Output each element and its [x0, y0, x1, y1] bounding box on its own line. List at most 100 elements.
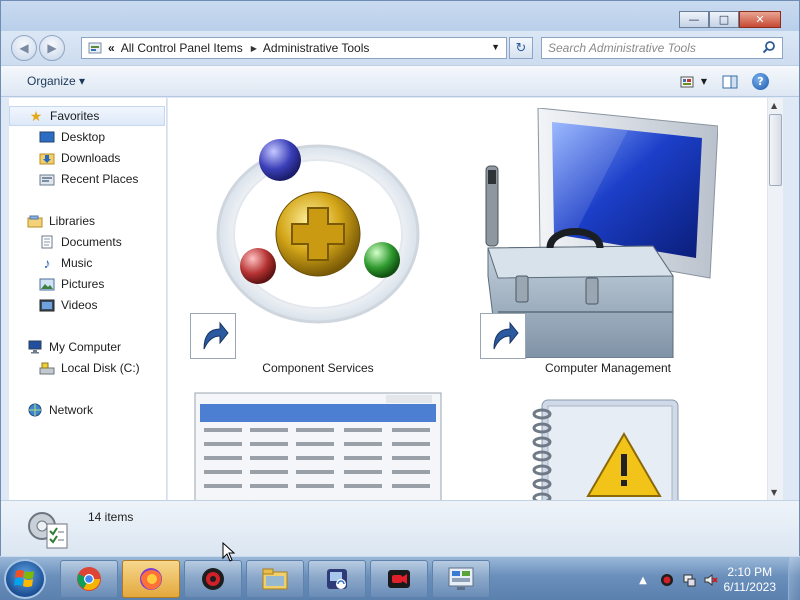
gear-shield-icon — [202, 568, 224, 590]
sidebar-item-music[interactable]: ♪ Music — [9, 253, 165, 273]
sidebar-item-my-computer[interactable]: My Computer — [9, 337, 165, 357]
videos-icon — [39, 298, 55, 312]
taskbar-chrome[interactable] — [60, 560, 118, 598]
scroll-up-icon[interactable]: ▲ — [771, 101, 777, 110]
status-bar: 14 items — [1, 500, 799, 556]
back-arrow-icon: ◀ — [19, 41, 29, 55]
forward-button[interactable]: ▶ — [39, 35, 65, 61]
breadcrumb-control-panel[interactable]: All Control Panel Items — [121, 41, 243, 55]
tile-computer-management[interactable]: Computer Management — [478, 108, 738, 378]
music-icon: ♪ — [43, 255, 51, 271]
address-dropdown-icon[interactable]: ▼ — [491, 42, 500, 52]
tray-app-icon[interactable] — [660, 573, 674, 587]
system-tray: ▲ 2:10 PM 6/11/2023 — [610, 557, 800, 600]
title-bar[interactable]: — □ ✕ — [1, 1, 799, 31]
vertical-scrollbar[interactable]: ▲ ▼ — [767, 98, 783, 500]
command-bar: Organize ▾ ▼ ? — [1, 65, 799, 97]
navigation-row: ◀ ▶ « All Control Panel Items ▶ Administ… — [1, 31, 799, 65]
taskbar-screen-recorder[interactable] — [370, 560, 428, 598]
sidebar-item-pictures[interactable]: Pictures — [9, 274, 165, 294]
address-overflow[interactable]: « — [108, 41, 115, 55]
refresh-icon: ↻ — [515, 40, 527, 56]
sync-screen-icon — [327, 569, 347, 589]
help-button[interactable]: ? — [752, 73, 769, 90]
tile-event-viewer[interactable] — [528, 398, 688, 500]
file-list-pane: Component Services Computer Management — [168, 98, 767, 500]
item-count: 14 items — [88, 510, 134, 524]
scroll-thumb[interactable] — [769, 114, 782, 186]
chrome-icon — [77, 567, 101, 591]
view-icon — [680, 76, 694, 87]
network-status-icon[interactable] — [682, 573, 696, 587]
sidebar-item-recent-places[interactable]: Recent Places — [9, 169, 165, 189]
volume-muted-icon[interactable] — [704, 573, 718, 587]
sidebar-item-network[interactable]: Network — [9, 400, 165, 420]
refresh-button[interactable]: ↻ — [509, 37, 533, 59]
taskbar: ▲ 2:10 PM 6/11/2023 — [0, 556, 800, 600]
administrative-tools-icon — [28, 512, 68, 549]
show-desktop-button[interactable] — [788, 557, 800, 600]
tile-label-component-services: Component Services — [262, 361, 374, 375]
sidebar-item-label: Music — [61, 256, 93, 270]
start-button[interactable] — [4, 559, 46, 599]
scroll-down-icon[interactable]: ▼ — [771, 488, 777, 497]
breadcrumb-separator-icon[interactable]: ▶ — [251, 44, 257, 53]
sidebar-item-videos[interactable]: Videos — [9, 295, 165, 315]
sidebar-item-local-disk[interactable]: Local Disk (C:) — [9, 358, 165, 378]
show-hidden-icons-icon[interactable]: ▲ — [636, 573, 650, 587]
preview-pane-button[interactable] — [722, 74, 738, 90]
change-view-button[interactable] — [680, 74, 696, 90]
back-button[interactable]: ◀ — [11, 35, 37, 61]
sidebar-item-label: Local Disk (C:) — [61, 361, 140, 375]
control-panel-icon — [448, 567, 474, 590]
downloads-folder-icon — [39, 151, 55, 165]
firefox-icon — [140, 568, 162, 590]
window-controls: — □ ✕ — [679, 11, 781, 28]
sidebar-item-libraries[interactable]: Libraries — [9, 211, 165, 231]
taskbar-remote-app[interactable] — [308, 560, 366, 598]
sidebar-item-label: Recent Places — [61, 172, 139, 186]
recent-places-icon — [39, 172, 55, 186]
sidebar-item-downloads[interactable]: Downloads — [9, 148, 165, 168]
address-bar[interactable]: « All Control Panel Items ▶ Administrati… — [81, 37, 507, 59]
tile-data-sources[interactable] — [194, 392, 444, 500]
pictures-icon — [39, 277, 55, 291]
sidebar-item-documents[interactable]: Documents — [9, 232, 165, 252]
search-box[interactable] — [541, 37, 783, 59]
sidebar-item-label: Videos — [61, 298, 98, 312]
minimize-button[interactable]: — — [679, 11, 709, 28]
computer-icon — [27, 340, 43, 354]
tile-component-services[interactable]: Component Services — [188, 108, 448, 378]
search-icon[interactable] — [762, 40, 776, 54]
preview-pane-icon — [722, 75, 738, 88]
hard-drive-icon — [39, 361, 55, 375]
breadcrumb-administrative-tools[interactable]: Administrative Tools — [263, 41, 370, 55]
sidebar-item-label: Pictures — [61, 277, 105, 291]
taskbar-app-red[interactable] — [184, 560, 242, 598]
event-viewer-icon — [532, 399, 679, 500]
data-table-icon — [194, 392, 442, 500]
maximize-button[interactable]: □ — [709, 11, 739, 28]
folder-icon — [262, 568, 288, 590]
documents-icon — [39, 235, 55, 249]
sidebar-item-label: Documents — [61, 235, 122, 249]
sidebar-item-label: Desktop — [61, 130, 106, 144]
forward-arrow-icon: ▶ — [47, 41, 57, 55]
desktop-icon — [39, 130, 55, 144]
control-panel-icon — [88, 42, 102, 54]
search-input[interactable] — [542, 38, 752, 58]
sidebar-item-label: My Computer — [49, 340, 122, 354]
clock[interactable]: 2:10 PM 6/11/2023 — [724, 565, 777, 595]
sidebar-item-desktop[interactable]: Desktop — [9, 127, 165, 147]
close-button[interactable]: ✕ — [739, 11, 781, 28]
explorer-window: — □ ✕ ◀ ▶ « All Control Panel Items ▶ Ad… — [0, 0, 800, 556]
taskbar-firefox[interactable] — [122, 560, 180, 598]
taskbar-control-panel[interactable] — [432, 560, 490, 598]
sidebar-item-favorites[interactable]: ★ Favorites — [9, 106, 165, 126]
view-dropdown-icon[interactable]: ▼ — [700, 74, 708, 90]
taskbar-explorer[interactable] — [246, 560, 304, 598]
clock-date: 6/11/2023 — [723, 580, 777, 594]
organize-button[interactable]: Organize ▾ — [27, 74, 85, 88]
mouse-cursor-icon — [222, 542, 236, 562]
shortcut-overlay-icon — [190, 313, 236, 359]
